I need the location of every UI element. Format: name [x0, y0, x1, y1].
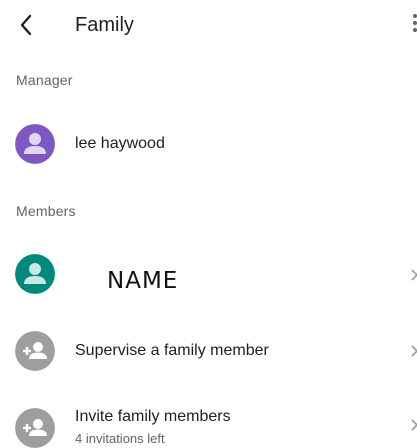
avatar [15, 254, 55, 294]
person-add-icon [15, 408, 55, 448]
more-options-button[interactable] [410, 14, 417, 36]
chevron-right-icon [411, 419, 417, 431]
invite-family-members-row[interactable]: Invite family members 4 invitations left [0, 404, 417, 448]
section-header-members: Members [16, 203, 76, 219]
more-vert-icon [413, 14, 417, 18]
app-bar: Family [0, 0, 417, 50]
arrow-back-icon [20, 14, 32, 36]
invitations-left-count: 4 invitations left [75, 431, 165, 446]
invite-label: Invite family members [75, 408, 231, 425]
person-icon [15, 124, 55, 164]
person-icon [15, 254, 55, 294]
action-avatar [15, 331, 55, 371]
back-button[interactable] [14, 10, 42, 40]
supervise-family-member-row[interactable]: Supervise a family member [0, 325, 417, 377]
avatar [15, 124, 55, 164]
supervise-label: Supervise a family member [75, 342, 269, 359]
chevron-right-icon [411, 345, 417, 357]
action-avatar [15, 408, 55, 448]
manager-name: lee haywood [75, 135, 165, 152]
chevron-right-icon [411, 269, 417, 281]
section-header-manager: Manager [16, 72, 73, 88]
member-name: NAME [107, 268, 179, 294]
person-add-icon [15, 331, 55, 371]
manager-row[interactable]: lee haywood [0, 118, 417, 170]
member-row[interactable] [0, 248, 417, 300]
page-title: Family [75, 14, 134, 36]
